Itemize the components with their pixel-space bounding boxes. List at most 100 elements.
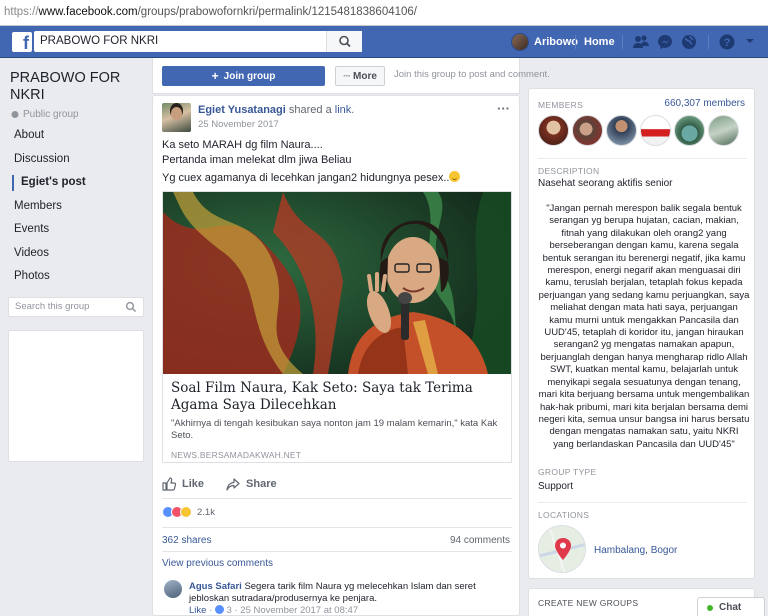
comment-meta-sep: · <box>231 605 241 616</box>
group-nav: About Discussion Egiet's post Members Ev… <box>0 124 152 289</box>
comment-body: Agus Safari Segera tarik film Naura yg m… <box>189 581 509 605</box>
create-groups-label: CREATE NEW GROUPS <box>538 598 639 608</box>
description-label: DESCRIPTION <box>538 166 600 176</box>
join-group-bar: + Join group ··· More Join this group to p… <box>152 58 550 94</box>
reaction-count: 2.1k <box>197 506 215 518</box>
link-domain: NEWS.BERSAMADAKWAH.NET <box>171 450 302 460</box>
comment-meta-sep: · <box>206 605 215 616</box>
avatar[interactable] <box>674 115 705 146</box>
group-nav-egiets-post[interactable]: Egiet's post <box>0 171 152 195</box>
user-name: Aribowo <box>534 36 578 48</box>
group-about-panel: MEMBERS 660,307 members DESCRIPTION Nase… <box>528 88 755 579</box>
search-button[interactable] <box>326 31 362 52</box>
group-search-placeholder: Search this group <box>15 301 90 312</box>
more-label: More <box>353 70 377 82</box>
comments-count[interactable]: 94 comments <box>450 535 510 546</box>
link-preview[interactable]: Soal Film Naura, Kak Seto: Saya tak Teri… <box>162 191 512 463</box>
post-link-word[interactable]: link <box>335 104 352 116</box>
avatar[interactable] <box>572 115 603 146</box>
search-icon[interactable] <box>125 301 137 313</box>
post-date[interactable]: 25 November 2017 <box>198 119 279 130</box>
facebook-logo[interactable]: f <box>12 32 32 52</box>
group-nav-discussion[interactable]: Discussion <box>0 148 152 172</box>
post-actions: Like Share <box>162 476 299 492</box>
divider <box>162 498 512 499</box>
post-options-icon[interactable]: ··· <box>497 101 510 116</box>
group-type-value: Support <box>538 481 574 492</box>
url-text[interactable]: https://www.facebook.com/groups/prabowof… <box>4 6 417 18</box>
link-title[interactable]: Soal Film Naura, Kak Seto: Saya tak Teri… <box>171 380 506 414</box>
chat-label: Chat <box>719 602 742 613</box>
globe-small-icon <box>11 111 19 118</box>
shares-count[interactable]: 362 shares <box>162 535 211 546</box>
grin-sweat-emoji-icon <box>449 171 461 182</box>
more-button[interactable]: ··· More <box>335 66 385 86</box>
comment-like-link[interactable]: Like <box>189 605 206 615</box>
like-button[interactable]: Like <box>162 477 204 491</box>
sad-reaction-icon <box>180 506 192 518</box>
group-type-label: GROUP TYPE <box>538 467 597 477</box>
url-path: /groups/prabowofornkri/permalink/1215481… <box>137 6 417 18</box>
comment-author[interactable]: Agus Safari <box>189 581 242 592</box>
join-group-button[interactable]: + Join group <box>162 66 325 86</box>
reactions-summary[interactable]: 2.1k <box>162 506 215 518</box>
friend-requests-icon[interactable] <box>632 33 650 51</box>
group-search-input[interactable]: Search this group <box>8 297 144 317</box>
group-privacy: Public group <box>11 109 79 120</box>
search-input[interactable] <box>34 31 362 52</box>
avatar[interactable] <box>606 115 637 146</box>
location-name[interactable]: Hambalang, Bogor <box>594 545 677 556</box>
post-verb: shared a <box>288 104 332 116</box>
chevron-down-icon[interactable] <box>745 36 755 46</box>
thumbs-up-icon <box>162 477 176 491</box>
globe-icon[interactable] <box>680 33 698 51</box>
url-scheme: https:// <box>4 6 39 18</box>
author-avatar[interactable] <box>162 103 191 132</box>
top-navigation-bar: f Aribowo Home ? <box>0 26 768 58</box>
comment-meta: Like · 3 · 25 November 2017 at 08:47 <box>189 605 358 616</box>
home-link[interactable]: Home <box>584 33 615 51</box>
view-previous-comments[interactable]: View previous comments <box>162 558 273 569</box>
group-nav-about[interactable]: About <box>0 124 152 148</box>
online-status-icon <box>707 604 713 611</box>
search-icon <box>339 35 351 48</box>
svg-text:?: ? <box>724 37 731 49</box>
divider <box>538 502 747 503</box>
share-button[interactable]: Share <box>226 477 277 491</box>
like-reaction-icon <box>214 605 224 614</box>
description-quote: "Jangan pernah merespon balik segala ben… <box>538 203 750 450</box>
location-map-thumbnail[interactable] <box>538 525 586 573</box>
avatar[interactable] <box>708 115 739 146</box>
post-text-line: Yg cuex agamanya di lecehkan jangan2 hid… <box>162 171 512 186</box>
members-count[interactable]: 660,307 members <box>664 98 745 109</box>
plus-icon: + <box>211 69 219 83</box>
share-label: Share <box>246 478 277 490</box>
avatar[interactable] <box>640 115 671 146</box>
commenter-avatar[interactable] <box>164 580 182 598</box>
group-nav-members[interactable]: Members <box>0 195 152 219</box>
post-header: Egiet Yusatanagi shared a link. <box>198 104 355 116</box>
post-author[interactable]: Egiet Yusatanagi <box>198 104 286 116</box>
group-name[interactable]: PRABOWO FOR NKRI <box>10 70 145 104</box>
url-host: www.facebook.com <box>38 6 138 18</box>
map-pin-icon <box>539 526 585 572</box>
share-icon <box>226 478 240 491</box>
like-label: Like <box>182 478 205 490</box>
group-nav-videos[interactable]: Videos <box>0 242 152 266</box>
left-blank-panel <box>8 330 144 462</box>
post-text-line: Pertanda iman melekat dlm jiwa Beliau <box>162 154 352 166</box>
more-dots-icon: ··· <box>343 70 351 82</box>
comment-date[interactable]: 25 November 2017 at 08:47 <box>240 605 358 615</box>
link-preview-image[interactable] <box>163 192 511 374</box>
profile-link[interactable]: Aribowo <box>511 32 578 52</box>
help-icon[interactable]: ? <box>718 33 736 51</box>
group-nav-events[interactable]: Events <box>0 218 152 242</box>
group-nav-photos[interactable]: Photos <box>0 265 152 289</box>
locations-label: LOCATIONS <box>538 510 590 520</box>
chat-tab[interactable]: Chat <box>697 597 765 616</box>
post-text-line-3: Yg cuex agamanya di lecehkan jangan2 hid… <box>162 172 450 184</box>
divider <box>538 158 747 159</box>
avatar[interactable] <box>538 115 569 146</box>
browser-address-bar[interactable]: https://www.facebook.com/groups/prabowof… <box>0 0 768 26</box>
messenger-icon[interactable] <box>656 33 674 51</box>
